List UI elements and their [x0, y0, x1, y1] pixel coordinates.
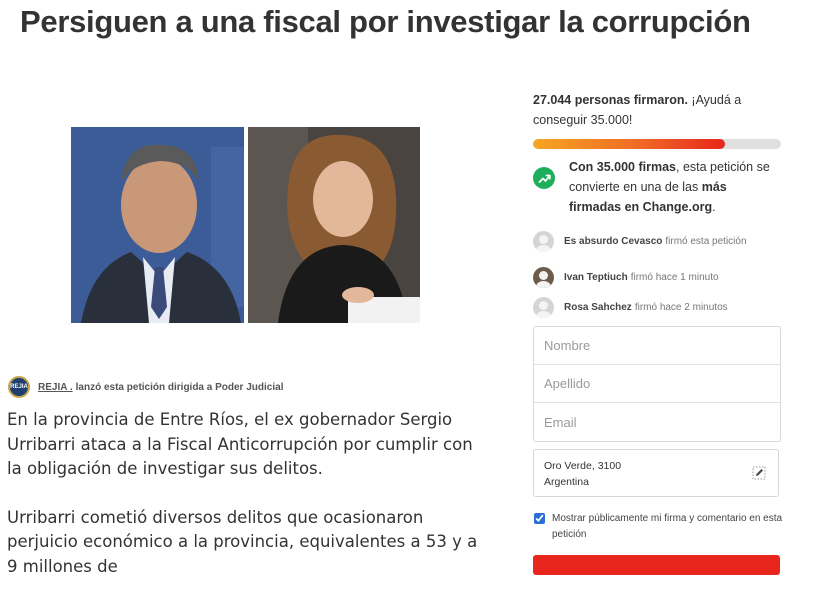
starter-link[interactable]: REJIA .: [38, 382, 73, 393]
last-name-input[interactable]: [534, 365, 780, 403]
avatar: [533, 296, 554, 318]
location-line-1: Oro Verde, 3100: [544, 460, 622, 472]
trending-up-icon: [533, 167, 555, 189]
goal-text: Con 35.000 firmas, esta petición se conv…: [569, 157, 781, 217]
photo-politician: [71, 127, 244, 323]
first-name-input[interactable]: [534, 327, 780, 365]
signer-action: firmó hace 2 minutos: [634, 301, 728, 313]
organization-logo: REJIA: [8, 376, 30, 398]
location-line-2: Argentina: [544, 476, 589, 488]
signature-count-bold: 27.044 personas firmaron.: [533, 93, 688, 107]
goal-bold-1: Con 35.000 firmas: [569, 160, 676, 174]
avatar: [533, 230, 554, 252]
petition-image: [71, 127, 420, 323]
goal-message: Con 35.000 firmas, esta petición se conv…: [533, 157, 781, 217]
recent-signers: Es absurdo Cevasco firmó esta petición I…: [533, 230, 781, 318]
public-consent-checkbox[interactable]: [534, 513, 545, 524]
email-input[interactable]: [534, 403, 780, 441]
signer-action: firmó hace 1 minuto: [630, 271, 719, 283]
signer-name: Rosa Sahchez: [564, 301, 632, 313]
signer-item: Ivan Teptiuch firmó hace 1 minuto: [533, 266, 781, 288]
avatar: [533, 266, 554, 288]
goal-text-2: .: [712, 200, 716, 214]
progress-fill: [533, 139, 725, 149]
progress-bar: [533, 139, 781, 149]
signature-count: 27.044 personas firmaron. ¡Ayudá a conse…: [533, 90, 781, 130]
photo-prosecutor: [248, 127, 420, 323]
location-field[interactable]: Oro Verde, 3100 Argentina: [533, 449, 779, 497]
body-paragraph: Urribarri cometió diversos delitos que o…: [7, 507, 478, 576]
body-paragraph: En la provincia de Entre Ríos, el ex gob…: [7, 410, 473, 478]
signature-form: [533, 326, 781, 442]
petition-body: En la provincia de Entre Ríos, el ex gob…: [7, 408, 485, 603]
starter-action: lanzó esta petición dirigida a Poder Jud…: [75, 381, 284, 393]
petition-starter: REJIA REJIA . lanzó esta petición dirigi…: [8, 376, 283, 398]
signer-name: Es absurdo Cevasco: [564, 235, 663, 247]
edit-icon[interactable]: [752, 466, 766, 480]
petition-title: Persiguen a una fiscal por investigar la…: [20, 4, 751, 39]
signer-action: firmó esta petición: [665, 235, 747, 247]
public-consent-label: Mostrar públicamente mi firma y comentar…: [552, 513, 783, 540]
signer-item: Es absurdo Cevasco firmó esta petición: [533, 230, 781, 252]
signer-item: Rosa Sahchez firmó hace 2 minutos: [533, 296, 781, 318]
sign-button[interactable]: [533, 555, 780, 575]
signer-name: Ivan Teptiuch: [564, 271, 628, 283]
signature-panel: 27.044 personas firmaron. ¡Ayudá a conse…: [533, 90, 781, 318]
public-consent: Mostrar públicamente mi firma y comentar…: [533, 511, 783, 543]
